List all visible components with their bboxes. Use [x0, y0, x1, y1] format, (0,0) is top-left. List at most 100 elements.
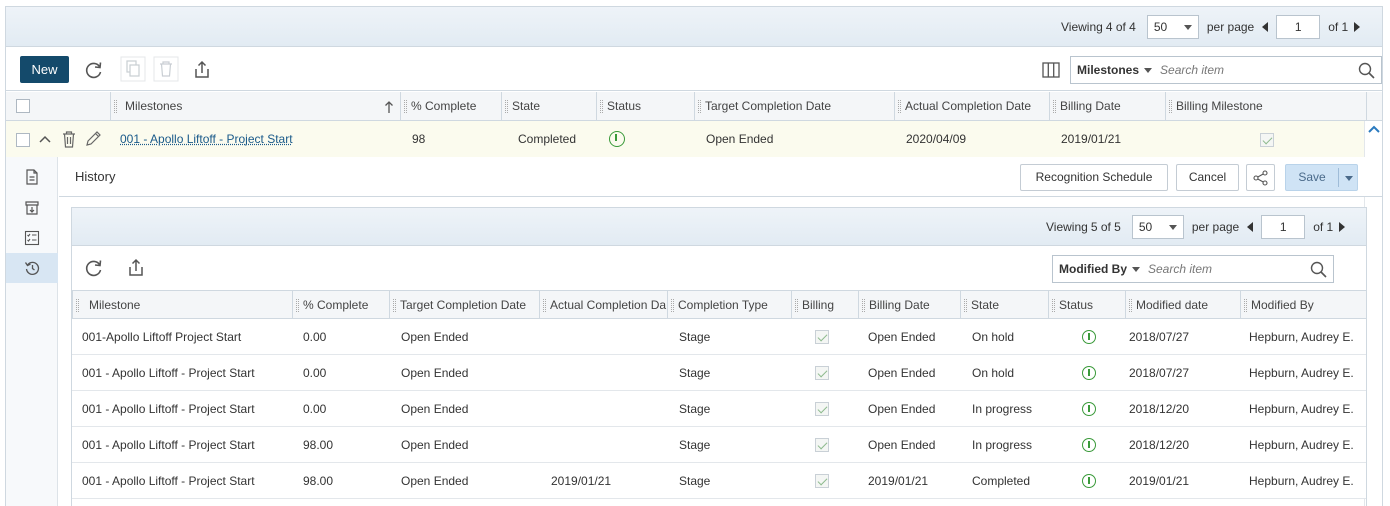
modified-date: 2018/12/20: [1129, 438, 1190, 452]
column-header-completion-type[interactable]: Completion Type: [667, 291, 791, 319]
search-field-select[interactable]: Modified By: [1053, 262, 1140, 276]
page-number-input[interactable]: 1: [1276, 15, 1321, 39]
completion-type: Stage: [679, 330, 711, 344]
history-pager-bar: Viewing 5 of 5 50 per page 1 of 1: [72, 208, 1366, 246]
refresh-icon[interactable]: [84, 60, 104, 80]
column-header-modified-date[interactable]: Modified date: [1125, 291, 1240, 319]
column-header-percent-complete[interactable]: % Complete: [292, 291, 389, 319]
column-header-milestone[interactable]: Milestone: [72, 291, 292, 319]
billing-checkbox: [815, 330, 829, 344]
row-checkbox[interactable]: [16, 133, 30, 147]
column-header-status[interactable]: Status: [1048, 291, 1125, 319]
billing-date: Open Ended: [868, 402, 936, 416]
column-label: Modified date: [1136, 298, 1209, 312]
history-row[interactable]: 001 - Apollo Liftoff - Project Start 98.…: [72, 463, 1366, 499]
column-header-target-completion[interactable]: Target Completion Date: [694, 92, 894, 121]
search-input[interactable]: Search item: [1148, 262, 1212, 276]
percent-complete: 98.00: [303, 474, 334, 488]
select-all-checkbox[interactable]: [16, 99, 30, 113]
state: On hold: [972, 330, 1015, 344]
document-icon: [26, 169, 38, 185]
column-header-billing-date[interactable]: Billing Date: [858, 291, 960, 319]
billing-date: Open Ended: [868, 330, 936, 344]
search-field-select[interactable]: Milestones: [1071, 63, 1153, 77]
top-pager-bar: Viewing 4 of 4 50 per page 1 of 1: [6, 7, 1382, 47]
completion-type: Stage: [679, 438, 711, 452]
column-header-target-completion[interactable]: Target Completion Date: [389, 291, 539, 319]
milestone: 001 - Apollo Liftoff - Project Start: [82, 366, 255, 380]
chevron-down-icon: [1132, 266, 1140, 272]
next-page-icon[interactable]: [1354, 22, 1361, 32]
columns-icon[interactable]: [1042, 61, 1060, 79]
history-row[interactable]: 001 - Apollo Liftoff - Project Start 0.0…: [72, 355, 1366, 391]
history-row[interactable]: 001 - Apollo Liftoff - Project Start 0.0…: [72, 391, 1366, 427]
share-button[interactable]: [1246, 164, 1275, 191]
save-label: Save: [1298, 170, 1326, 184]
modified-date: 2019/01/21: [1129, 474, 1190, 488]
target-completion: Open Ended: [401, 402, 469, 416]
column-header-milestones[interactable]: Milestones: [110, 92, 400, 121]
column-label: Status: [607, 99, 642, 113]
column-header-modified-by[interactable]: Modified By: [1240, 291, 1366, 319]
column-header-billing-date[interactable]: Billing Date: [1049, 92, 1165, 121]
milestones-search[interactable]: Milestones Search item: [1070, 56, 1382, 84]
side-nav-archive[interactable]: [6, 193, 58, 223]
column-label: Completion Type: [678, 298, 768, 312]
history-grid: Viewing 5 of 5 50 per page 1 of 1 Modifi…: [71, 207, 1367, 506]
column-header-actual-completion[interactable]: Actual Completion Date: [894, 92, 1049, 121]
column-header-percent-complete[interactable]: % Complete: [400, 92, 501, 121]
column-header-state[interactable]: State: [501, 92, 596, 121]
refresh-icon[interactable]: [84, 258, 104, 278]
modified-by: Hepburn, Audrey E.: [1249, 330, 1354, 344]
history-search[interactable]: Modified By Search item: [1052, 255, 1334, 283]
history-row[interactable]: 001 - Apollo Liftoff - Project Start 98.…: [72, 427, 1366, 463]
next-page-icon[interactable]: [1339, 222, 1346, 232]
state: In progress: [972, 438, 1033, 452]
prev-page-icon[interactable]: [1262, 22, 1269, 32]
side-nav-history[interactable]: [6, 253, 58, 283]
table-row[interactable]: 001 - Apollo Liftoff - Project Start 98 …: [6, 121, 1382, 157]
column-label: State: [971, 298, 1000, 312]
scroll-up-icon[interactable]: [1368, 125, 1380, 134]
edit-icon[interactable]: [84, 130, 102, 148]
search-input[interactable]: Search item: [1160, 63, 1224, 77]
column-header-state[interactable]: State: [960, 291, 1048, 319]
billing-checkbox: [815, 366, 829, 380]
side-nav-details[interactable]: [6, 162, 58, 192]
status-info-icon: [1082, 438, 1096, 452]
state: Completed: [972, 474, 1031, 488]
search-icon[interactable]: [1358, 62, 1375, 79]
save-button[interactable]: Save: [1285, 164, 1358, 191]
page-number-input[interactable]: 1: [1261, 215, 1306, 239]
column-header-actual-completion[interactable]: Actual Completion Da: [539, 291, 667, 319]
grid-toolbar: New Milestones Search item: [6, 48, 1382, 91]
per-page-select[interactable]: 50: [1131, 215, 1184, 239]
export-icon[interactable]: [192, 60, 212, 80]
history-icon: [24, 261, 40, 275]
modified-by: Hepburn, Audrey E.: [1249, 474, 1354, 488]
completion-type: Stage: [679, 474, 711, 488]
search-icon[interactable]: [1310, 261, 1327, 278]
side-nav-checklist[interactable]: [6, 223, 58, 253]
column-header-billing-milestone[interactable]: Billing Milestone: [1165, 92, 1367, 121]
cancel-button[interactable]: Cancel: [1176, 164, 1239, 191]
recognition-schedule-button[interactable]: Recognition Schedule: [1020, 164, 1168, 191]
history-row[interactable]: 001-Apollo Liftoff Project Start 0.00 Op…: [72, 319, 1366, 355]
milestone-link[interactable]: 001 - Apollo Liftoff - Project Start: [120, 121, 293, 157]
modified-date: 2018/12/20: [1129, 402, 1190, 416]
export-icon[interactable]: [126, 258, 146, 278]
status-info-icon: [1082, 402, 1096, 416]
copy-icon[interactable]: [120, 56, 146, 82]
sort-ascending-icon[interactable]: [384, 100, 394, 114]
new-button[interactable]: New: [20, 56, 69, 83]
actual-completion: 2020/04/09: [906, 132, 967, 146]
prev-page-icon[interactable]: [1247, 222, 1254, 232]
column-header-status[interactable]: Status: [596, 92, 694, 121]
per-page-select[interactable]: 50: [1146, 15, 1199, 39]
column-header-billing[interactable]: Billing: [791, 291, 858, 319]
chevron-down-icon[interactable]: [1345, 176, 1353, 181]
delete-icon[interactable]: [61, 130, 77, 148]
collapse-chevron-icon[interactable]: [39, 134, 51, 144]
delete-icon[interactable]: [153, 56, 179, 82]
status-info-icon: [609, 131, 625, 147]
